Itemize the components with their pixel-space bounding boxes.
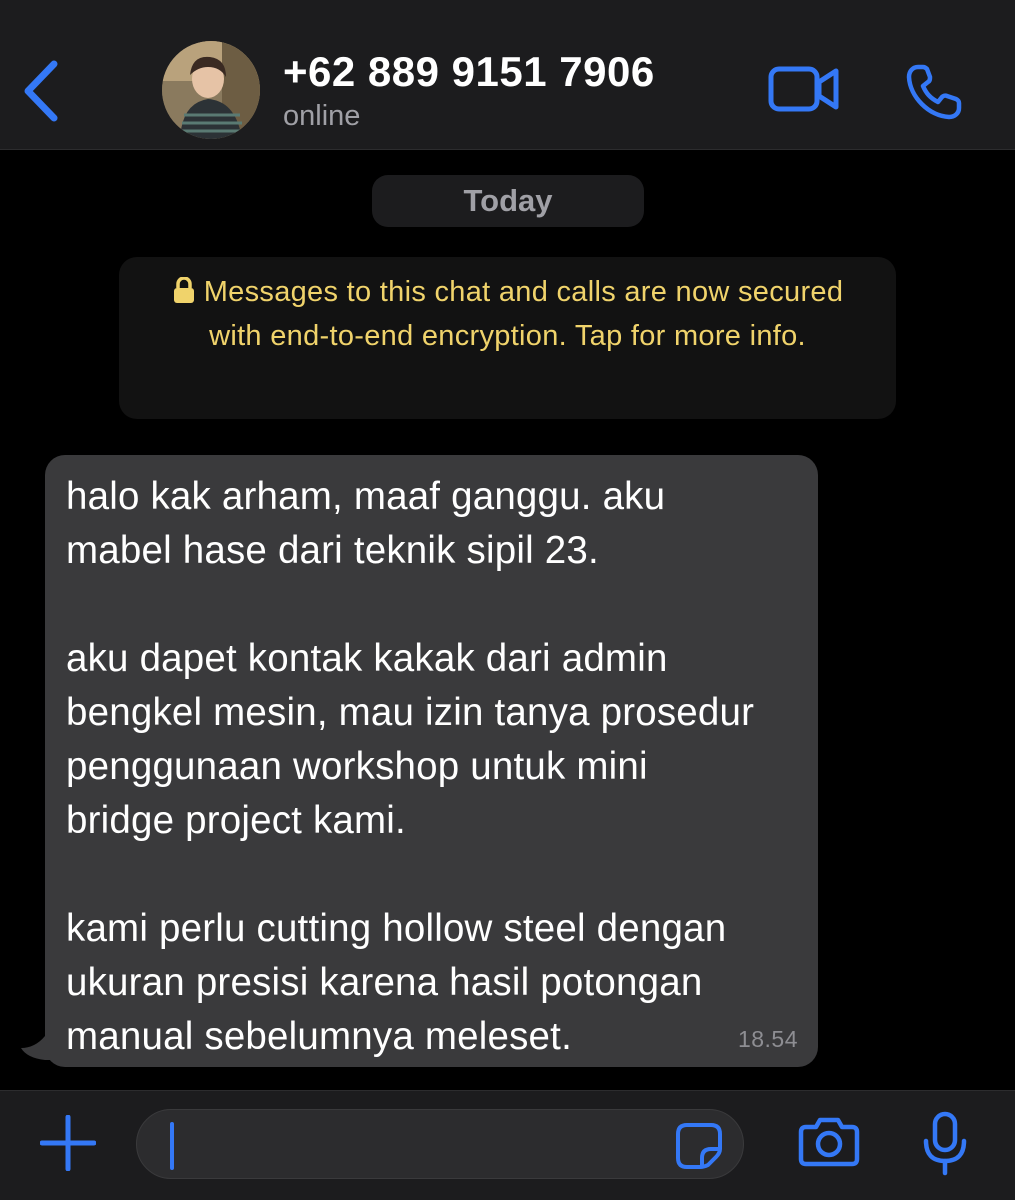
plus-icon: [40, 1115, 96, 1171]
chat-area[interactable]: Today Messages to this chat and calls ar…: [0, 151, 1015, 1090]
voice-message-button[interactable]: [922, 1111, 968, 1177]
message-bubble[interactable]: halo kak arham, maaf ganggu. aku mabel h…: [45, 455, 818, 1067]
sticker-button[interactable]: [675, 1122, 723, 1170]
message-input-bar: [0, 1090, 1015, 1200]
avatar-photo: [162, 41, 260, 139]
encryption-notice-text: Messages to this chat and calls are now …: [203, 276, 844, 352]
attach-button[interactable]: [40, 1115, 96, 1171]
message-bubble-tail: [21, 1024, 61, 1060]
camera-button[interactable]: [798, 1117, 860, 1167]
chat-header: +62 889 9151 7906 online: [0, 0, 1015, 150]
message-timestamp: 18.54: [737, 1026, 798, 1052]
text-caret: [170, 1122, 174, 1170]
video-camera-icon: [768, 66, 839, 112]
avatar[interactable]: [162, 41, 260, 139]
contact-name[interactable]: +62 889 9151 7906: [283, 48, 655, 96]
back-button[interactable]: [20, 58, 64, 124]
voice-call-button[interactable]: [905, 63, 963, 121]
camera-icon: [798, 1117, 860, 1167]
contact-status: online: [283, 100, 361, 132]
phone-icon: [906, 64, 962, 120]
lock-icon: [172, 277, 196, 303]
video-call-button[interactable]: [768, 64, 840, 114]
message-input[interactable]: [136, 1109, 744, 1179]
microphone-icon: [923, 1111, 967, 1176]
encryption-notice[interactable]: Messages to this chat and calls are now …: [119, 257, 896, 419]
chevron-left-icon: [24, 60, 58, 122]
message-text: halo kak arham, maaf ganggu. aku mabel h…: [66, 475, 755, 1058]
date-separator: Today: [372, 175, 644, 227]
sticker-icon: [676, 1123, 722, 1169]
